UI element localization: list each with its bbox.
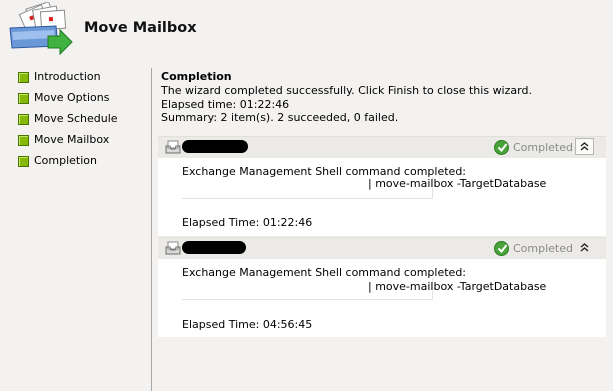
double-chevron-up-icon <box>580 243 589 252</box>
completed-check-icon <box>494 241 509 256</box>
status-label: Completed <box>513 141 573 154</box>
summary-elapsed: Elapsed time: 01:22:46 <box>161 97 290 111</box>
step-bullet-icon <box>18 72 29 83</box>
nav-item-introduction[interactable]: Introduction <box>18 70 150 91</box>
nav-divider <box>151 68 152 391</box>
nav-item-label: Introduction <box>34 70 101 83</box>
step-bullet-icon <box>18 114 29 125</box>
item-header: Completed <box>158 136 606 159</box>
wizard-steps-nav: Introduction Move Options Move Schedule … <box>18 70 150 175</box>
command-output: | move-mailbox -TargetDatabase <box>182 278 546 300</box>
nav-item-label: Move Options <box>34 91 110 104</box>
completed-check-icon <box>494 140 509 155</box>
item-details: Exchange Management Shell command comple… <box>158 259 606 337</box>
nav-item-move-schedule[interactable]: Move Schedule <box>18 112 150 133</box>
nav-item-completion[interactable]: Completion <box>18 154 150 175</box>
summary-title: Completion <box>161 70 232 83</box>
command-output: | move-mailbox -TargetDatabase <box>182 177 546 199</box>
move-mailbox-icon <box>9 2 73 56</box>
item-elapsed-time: Elapsed Time: 04:56:45 <box>182 318 313 331</box>
step-bullet-icon <box>18 135 29 146</box>
page-title: Move Mailbox <box>84 20 197 36</box>
redacted-mailbox-name <box>182 241 246 254</box>
collapse-button[interactable] <box>575 239 594 256</box>
item-elapsed-time: Elapsed Time: 01:22:46 <box>182 216 313 229</box>
nav-item-label: Move Schedule <box>34 112 118 125</box>
status-label: Completed <box>513 242 573 255</box>
command-text: | move-mailbox -TargetDatabase <box>368 280 547 293</box>
nav-item-move-options[interactable]: Move Options <box>18 91 150 112</box>
mailbox-icon <box>165 140 181 154</box>
redacted-mailbox-name <box>182 140 248 153</box>
item-details: Exchange Management Shell command comple… <box>158 158 606 236</box>
command-text: | move-mailbox -TargetDatabase <box>368 177 547 190</box>
summary-message: The wizard completed successfully. Click… <box>161 84 532 97</box>
nav-item-move-mailbox[interactable]: Move Mailbox <box>18 133 150 154</box>
step-bullet-icon <box>18 156 29 167</box>
double-chevron-up-icon <box>580 142 589 151</box>
item-header: Completed <box>158 237 606 260</box>
nav-item-label: Completion <box>34 154 98 167</box>
completion-summary: Completion The wizard completed successf… <box>161 70 601 125</box>
mailbox-icon <box>165 241 181 255</box>
wizard-header: Move Mailbox <box>0 0 613 62</box>
step-bullet-icon <box>18 93 29 104</box>
summary-result: Summary: 2 item(s). 2 succeeded, 0 faile… <box>161 111 399 124</box>
collapse-button[interactable] <box>575 138 594 155</box>
nav-item-label: Move Mailbox <box>34 133 110 146</box>
